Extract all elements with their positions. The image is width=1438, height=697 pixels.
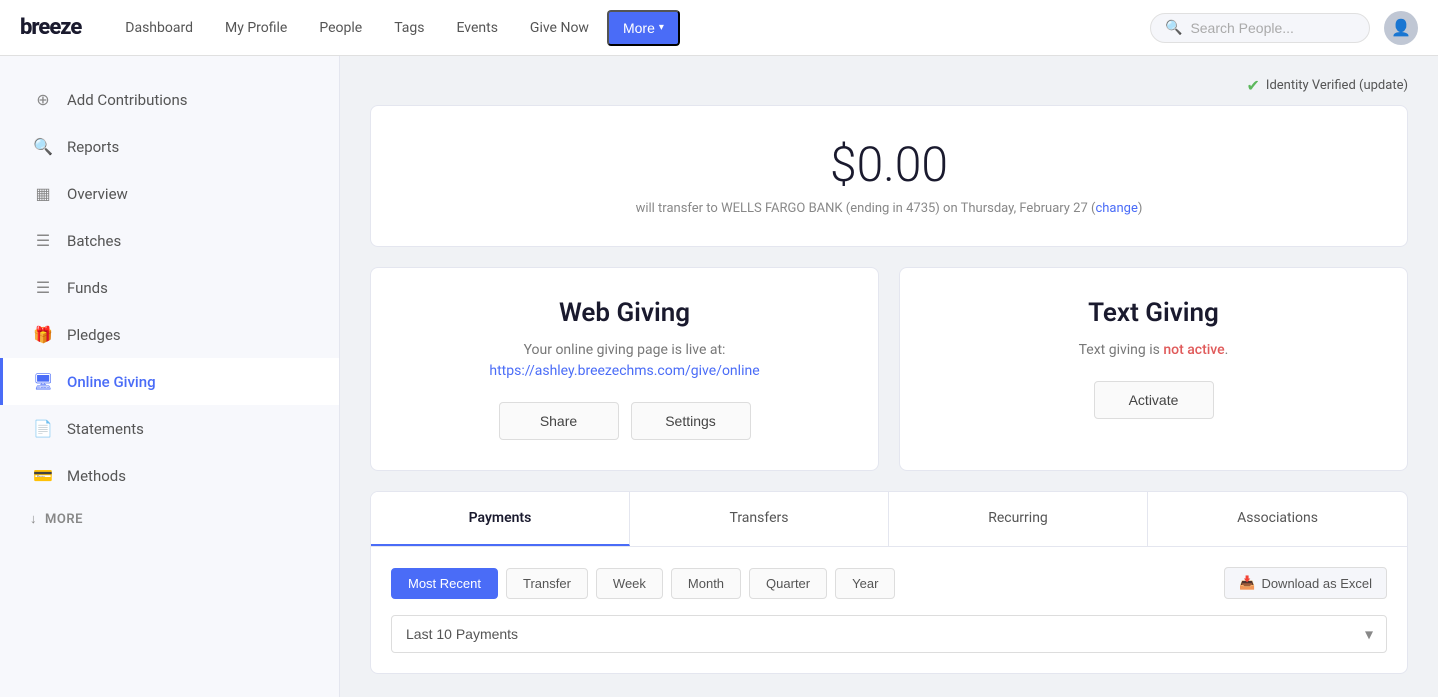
nav-more-button[interactable]: More ▾	[607, 10, 680, 46]
identity-bar: ✔ Identity Verified (update)	[370, 76, 1408, 95]
identity-text[interactable]: Identity Verified (update)	[1266, 78, 1408, 93]
web-giving-title: Web Giving	[395, 298, 854, 328]
filter-quarter[interactable]: Quarter	[749, 568, 827, 599]
download-icon: 📥	[1239, 575, 1255, 591]
sidebar-item-overview[interactable]: ▦ Overview	[0, 170, 339, 217]
web-giving-buttons: Share Settings	[395, 402, 854, 440]
sidebar-label-batches: Batches	[67, 232, 121, 250]
payments-select[interactable]: Last 10 Payments Last 25 Payments Last 5…	[391, 615, 1387, 653]
filter-year[interactable]: Year	[835, 568, 895, 599]
sidebar-item-online-giving[interactable]: 🖥 Online Giving	[0, 358, 339, 405]
sidebar-label-pledges: Pledges	[67, 326, 121, 344]
sidebar-item-batches[interactable]: ☰ Batches	[0, 217, 339, 264]
sidebar-label-overview: Overview	[67, 185, 128, 203]
sidebar-item-add-contributions[interactable]: ⊕ Add Contributions	[0, 76, 339, 123]
search-input[interactable]	[1190, 20, 1340, 36]
transfer-card: $0.00 will transfer to WELLS FARGO BANK …	[370, 105, 1408, 247]
text-giving-card: Text Giving Text giving is not active. A…	[899, 267, 1408, 471]
sidebar-item-statements[interactable]: 📄 Statements	[0, 405, 339, 452]
chart-icon: ▦	[33, 184, 53, 203]
avatar[interactable]: 👤	[1384, 11, 1418, 45]
sidebar-item-methods[interactable]: 💳 Methods	[0, 452, 339, 499]
funds-icon: ☰	[33, 278, 53, 297]
nav-events[interactable]: Events	[442, 12, 511, 44]
nav-dashboard[interactable]: Dashboard	[111, 12, 207, 44]
logo: breeze	[20, 15, 81, 40]
plus-circle-icon: ⊕	[33, 90, 53, 109]
tabs-header: Payments Transfers Recurring Association…	[371, 492, 1407, 547]
tab-recurring[interactable]: Recurring	[889, 492, 1148, 546]
top-navigation: breeze Dashboard My Profile People Tags …	[0, 0, 1438, 56]
sidebar-item-reports[interactable]: 🔍 Reports	[0, 123, 339, 170]
transfer-description: will transfer to WELLS FARGO BANK (endin…	[391, 201, 1387, 216]
tab-transfers[interactable]: Transfers	[630, 492, 889, 546]
sidebar-more-button[interactable]: ↓ MORE	[0, 499, 339, 539]
verified-check-icon: ✔	[1247, 76, 1260, 95]
payments-select-wrap: Last 10 Payments Last 25 Payments Last 5…	[391, 615, 1387, 653]
web-giving-card: Web Giving Your online giving page is li…	[370, 267, 879, 471]
settings-button[interactable]: Settings	[631, 402, 751, 440]
nav-tags[interactable]: Tags	[380, 12, 438, 44]
nav-people[interactable]: People	[305, 12, 376, 44]
share-button[interactable]: Share	[499, 402, 619, 440]
sidebar-label-funds: Funds	[67, 279, 108, 297]
sidebar: ⊕ Add Contributions 🔍 Reports ▦ Overview…	[0, 56, 340, 697]
sidebar-label-reports: Reports	[67, 138, 119, 156]
filter-most-recent[interactable]: Most Recent	[391, 568, 498, 599]
tab-associations[interactable]: Associations	[1148, 492, 1407, 546]
tab-content-payments: Most Recent Transfer Week Month Quarter …	[371, 547, 1407, 673]
tabs-card: Payments Transfers Recurring Association…	[370, 491, 1408, 674]
web-giving-url-link[interactable]: https://ashley.breezechms.com/give/onlin…	[489, 363, 759, 379]
filter-transfer[interactable]: Transfer	[506, 568, 588, 599]
monitor-icon: 🖥	[33, 372, 53, 391]
text-giving-buttons: Activate	[924, 381, 1383, 419]
activate-button[interactable]: Activate	[1094, 381, 1214, 419]
sidebar-label-online-giving: Online Giving	[67, 373, 156, 391]
transfer-amount: $0.00	[391, 136, 1387, 193]
nav-my-profile[interactable]: My Profile	[211, 12, 301, 44]
sidebar-label-statements: Statements	[67, 420, 144, 438]
search-bar: 🔍	[1150, 13, 1370, 43]
list-icon: ☰	[33, 231, 53, 250]
sidebar-label-methods: Methods	[67, 467, 126, 485]
main-content: ✔ Identity Verified (update) $0.00 will …	[340, 56, 1438, 697]
sidebar-item-pledges[interactable]: 🎁 Pledges	[0, 311, 339, 358]
filter-month[interactable]: Month	[671, 568, 741, 599]
search-icon: 🔍	[33, 137, 53, 156]
chevron-down-icon: ↓	[30, 511, 37, 527]
text-giving-desc: Text giving is not active.	[924, 340, 1383, 361]
avatar-icon: 👤	[1391, 18, 1411, 37]
sidebar-label-add-contributions: Add Contributions	[67, 91, 188, 109]
document-icon: 📄	[33, 419, 53, 438]
download-excel-button[interactable]: 📥 Download as Excel	[1224, 567, 1387, 599]
text-giving-title: Text Giving	[924, 298, 1383, 328]
search-icon: 🔍	[1165, 20, 1182, 36]
tab-payments[interactable]: Payments	[371, 492, 630, 546]
change-link[interactable]: change	[1095, 201, 1137, 216]
web-giving-desc: Your online giving page is live at: http…	[395, 340, 854, 382]
chevron-down-icon: ▾	[659, 22, 664, 33]
sidebar-item-funds[interactable]: ☰ Funds	[0, 264, 339, 311]
nav-links: Dashboard My Profile People Tags Events …	[111, 10, 1150, 46]
filter-week[interactable]: Week	[596, 568, 663, 599]
text-giving-status: not active	[1163, 342, 1224, 358]
filter-row: Most Recent Transfer Week Month Quarter …	[391, 567, 1387, 599]
gift-icon: 🎁	[33, 325, 53, 344]
giving-cards-row: Web Giving Your online giving page is li…	[370, 267, 1408, 471]
page-layout: ⊕ Add Contributions 🔍 Reports ▦ Overview…	[0, 56, 1438, 697]
nav-give-now[interactable]: Give Now	[516, 12, 603, 44]
credit-card-icon: 💳	[33, 466, 53, 485]
